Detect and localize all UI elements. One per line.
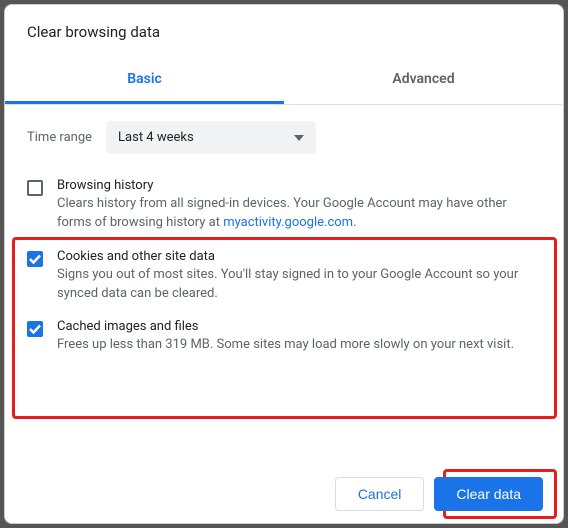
options-list: Browsing history Clears history from all…: [27, 176, 541, 357]
checkbox-browsing-history[interactable]: [27, 180, 43, 196]
dialog-title: Clear browsing data: [27, 23, 541, 41]
option-title: Cached images and files: [57, 319, 541, 334]
checkbox-cache[interactable]: [27, 321, 43, 337]
checkbox-cookies[interactable]: [27, 251, 43, 267]
tab-basic[interactable]: Basic: [5, 57, 284, 104]
myactivity-link[interactable]: myactivity.google.com: [223, 215, 353, 230]
time-range-label: Time range: [27, 130, 92, 145]
tab-advanced[interactable]: Advanced: [284, 57, 563, 104]
option-title: Cookies and other site data: [57, 249, 541, 264]
option-cookies: Cookies and other site data Signs you ou…: [27, 247, 541, 306]
clear-data-button[interactable]: Clear data: [434, 477, 543, 511]
option-desc: Clears history from all signed-in device…: [57, 195, 541, 233]
option-title: Browsing history: [57, 178, 541, 193]
time-range-row: Time range Last 4 weeks: [27, 121, 541, 154]
time-range-select[interactable]: Last 4 weeks: [106, 121, 316, 154]
option-desc: Signs you out of most sites. You'll stay…: [57, 266, 541, 304]
cancel-button[interactable]: Cancel: [335, 477, 425, 511]
time-range-value: Last 4 weeks: [118, 130, 194, 145]
clear-browsing-data-dialog: Clear browsing data Basic Advanced Time …: [4, 4, 564, 524]
dialog-buttons: Cancel Clear data: [335, 477, 543, 511]
option-browsing-history: Browsing history Clears history from all…: [27, 176, 541, 235]
chevron-down-icon: [294, 130, 304, 145]
option-cache: Cached images and files Frees up less th…: [27, 317, 541, 357]
tabs: Basic Advanced: [5, 57, 563, 105]
option-desc: Frees up less than 319 MB. Some sites ma…: [57, 336, 541, 355]
